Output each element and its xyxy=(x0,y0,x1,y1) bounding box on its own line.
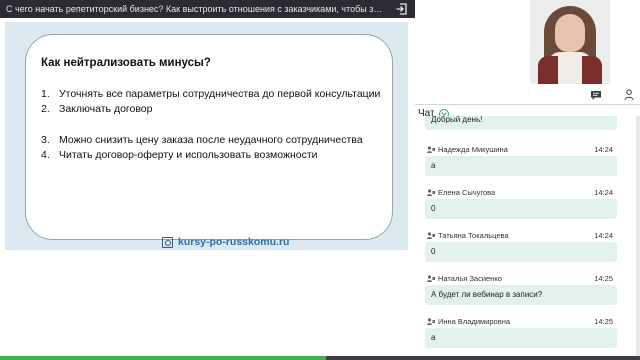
list-item: 3. Можно снизить цену заказа после неудач… xyxy=(41,133,380,148)
message-bubble: 0 xyxy=(425,199,617,219)
message-time: 14:25 xyxy=(594,274,613,283)
people-icon[interactable] xyxy=(624,89,634,101)
message-author: Наталья Засиенко xyxy=(438,274,502,283)
list-text: Читать договор-оферту и использовать воз… xyxy=(59,149,318,161)
message-author: Инна Владимировна xyxy=(438,317,511,326)
window-title: С чего начать репетиторский бизнес? Как … xyxy=(6,4,386,14)
list-text: Уточнять все параметры сотрудничества до… xyxy=(59,88,381,100)
message-author: Надежда Микушина xyxy=(438,145,508,154)
chat-toolbar xyxy=(590,88,634,102)
list-item: 1. Уточнять все параметры сотрудничества … xyxy=(41,87,380,102)
list-number: 2. xyxy=(41,103,50,115)
user-icon xyxy=(427,232,435,239)
presenter-jacket xyxy=(582,56,602,84)
chat-messages[interactable]: Добрый день! Надежда Микушина 14:24 а Ел… xyxy=(415,116,640,360)
site-url: kursy-po-russkomu.ru xyxy=(178,236,290,248)
title-bar: С чего начать репетиторский бизнес? Как … xyxy=(0,0,415,18)
message-bubble: 0 xyxy=(425,242,617,262)
camera-icon xyxy=(162,236,173,248)
presenter-jacket xyxy=(538,56,558,84)
message-bubble: а xyxy=(425,156,617,176)
user-icon xyxy=(427,318,435,325)
message-time: 14:24 xyxy=(594,231,613,240)
video-progress-bar[interactable] xyxy=(0,356,640,360)
message-header: Инна Владимировна 14:25 xyxy=(427,316,615,328)
message-time: 14:25 xyxy=(594,317,613,326)
list-number: 4. xyxy=(41,149,50,161)
list-text: Можно снизить цену заказа после неудачно… xyxy=(59,134,363,146)
presentation-video[interactable]: Как нейтрализовать минусы? 1. Уточнять вс… xyxy=(5,22,408,250)
user-icon xyxy=(427,189,435,196)
message-bubble: Добрый день! xyxy=(425,116,617,130)
message-header: Татьяна Токальцева 14:24 xyxy=(427,230,615,242)
message-bubble: А будет ли вебинар в записи? xyxy=(425,285,617,305)
user-icon xyxy=(427,146,435,153)
message-time: 14:24 xyxy=(594,145,613,154)
site-link: kursy-po-russkomu.ru xyxy=(162,235,289,249)
message-bubble: а xyxy=(425,328,617,348)
user-icon xyxy=(427,275,435,282)
message-header: Наталья Засиенко 14:25 xyxy=(427,273,615,285)
message-header: Елена Сычугова 14:24 xyxy=(427,187,615,199)
message-author: Елена Сычугова xyxy=(438,188,496,197)
message-time: 14:24 xyxy=(594,188,613,197)
exit-icon[interactable] xyxy=(395,2,409,16)
list-number: 3. xyxy=(41,134,50,146)
presenter-face xyxy=(555,14,585,52)
list-text: Заключать договор xyxy=(59,103,153,115)
list-item: 4. Читать договор-оферту и использовать в… xyxy=(41,148,380,163)
webcam-video[interactable] xyxy=(530,0,610,84)
list-number: 1. xyxy=(41,88,50,100)
message-author: Татьяна Токальцева xyxy=(438,231,509,240)
slide-heading: Как нейтрализовать минусы? xyxy=(41,57,211,69)
slide-card: Как нейтрализовать минусы? 1. Уточнять вс… xyxy=(25,34,393,240)
chat-icon[interactable] xyxy=(590,90,602,101)
chat-scrollbar[interactable] xyxy=(636,116,640,360)
list-item: 2. Заключать договор xyxy=(41,102,380,117)
video-progress-fill xyxy=(0,356,327,360)
message-header: Надежда Микушина 14:24 xyxy=(427,144,615,156)
slide-list: 1. Уточнять все параметры сотрудничества … xyxy=(41,87,380,163)
chat-divider xyxy=(415,104,640,105)
